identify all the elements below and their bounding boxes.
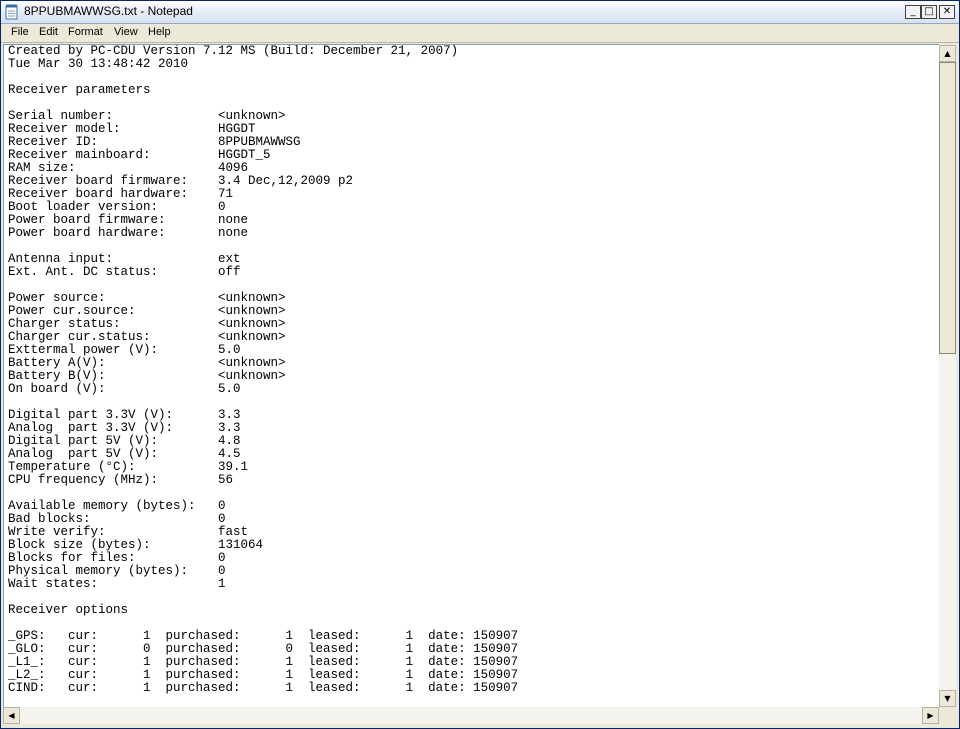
text-line: Tue Mar 30 13:48:42 2010	[8, 57, 189, 71]
menu-help[interactable]: Help	[148, 26, 171, 38]
text-line: Ext. Ant. DC status: off	[8, 265, 241, 279]
document-text[interactable]: Created by PC-CDU Version 7.12 MS (Build…	[8, 45, 518, 695]
menu-format[interactable]: Format	[68, 26, 103, 38]
text-line: Wait states: 1	[8, 577, 226, 591]
notepad-window: 8PPUBMAWWSG.txt - Notepad _ □ ✕ File Edi…	[0, 0, 960, 729]
arrow-up-icon: ▲	[944, 49, 951, 58]
minimize-icon: _	[910, 6, 916, 17]
arrow-down-icon: ▼	[944, 694, 951, 703]
minimize-button[interactable]: _	[905, 5, 921, 19]
menu-bar: File Edit Format View Help	[1, 24, 959, 43]
horizontal-scrollbar[interactable]: ◀ ▶	[3, 707, 939, 724]
window-title: 8PPUBMAWWSG.txt - Notepad	[24, 4, 193, 18]
title-bar[interactable]: 8PPUBMAWWSG.txt - Notepad _ □ ✕	[1, 1, 959, 24]
text-line: Power board hardware: none	[8, 226, 249, 240]
vertical-scroll-thumb[interactable]	[939, 62, 956, 354]
scroll-right-button[interactable]: ▶	[922, 707, 939, 724]
text-line: Receiver options	[8, 603, 129, 617]
text-line: Receiver parameters	[8, 83, 151, 97]
menu-edit[interactable]: Edit	[39, 26, 58, 38]
vertical-scrollbar[interactable]: ▲ ▼	[939, 45, 956, 707]
menu-view[interactable]: View	[114, 26, 138, 38]
maximize-button[interactable]: □	[921, 5, 937, 19]
menu-file[interactable]: File	[11, 26, 29, 38]
close-icon: ✕	[942, 6, 952, 17]
notepad-icon[interactable]	[5, 4, 19, 20]
maximize-icon: □	[924, 6, 934, 17]
scroll-up-button[interactable]: ▲	[939, 45, 956, 62]
arrow-right-icon: ▶	[927, 711, 934, 720]
text-line: CIND: cur: 1 purchased: 1 leased: 1 date…	[8, 681, 519, 695]
close-button[interactable]: ✕	[939, 5, 955, 19]
text-line: CPU frequency (MHz): 56	[8, 473, 234, 487]
arrow-left-icon: ◀	[8, 711, 15, 720]
scroll-left-button[interactable]: ◀	[3, 707, 20, 724]
scroll-down-button[interactable]: ▼	[939, 690, 956, 707]
text-line: On board (V): 5.0	[8, 382, 241, 396]
resize-grip[interactable]	[939, 707, 956, 724]
text-editor[interactable]: Created by PC-CDU Version 7.12 MS (Build…	[3, 44, 939, 708]
